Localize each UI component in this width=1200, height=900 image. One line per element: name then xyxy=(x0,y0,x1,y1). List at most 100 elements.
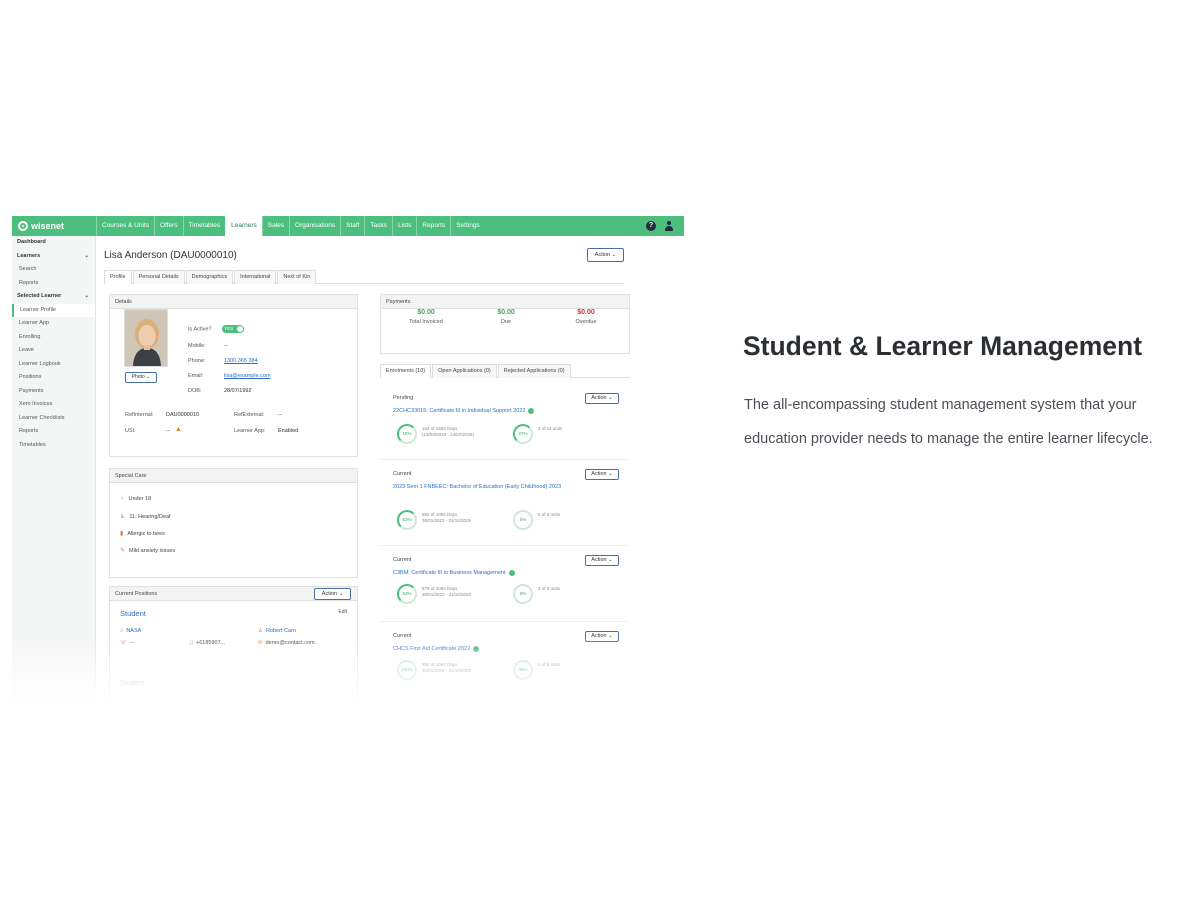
tab-rejected-applications[interactable]: Rejected Applications (0) xyxy=(497,364,571,378)
enrolment-title[interactable]: 22CHC33015: Certificate III in Individua… xyxy=(393,407,583,416)
enrolment-days: 579 of 1094 Days 30/01/2021 - 31/10/2023 xyxy=(422,586,472,597)
details-header: Details xyxy=(110,295,357,309)
enrolment-status: Pending xyxy=(393,395,414,401)
sidebar-item-reports-2[interactable]: Reports xyxy=(12,425,95,439)
position-edit-link[interactable]: Edit xyxy=(338,609,347,615)
sidebar-item-timetables[interactable]: Timetables xyxy=(12,439,95,453)
enrolment-status: Current xyxy=(393,557,412,563)
tab-profile[interactable]: Profile xyxy=(104,270,132,284)
person-icon: ♙ xyxy=(258,628,263,634)
nav-items: Courses & Units Offers Timetables Learne… xyxy=(96,216,485,236)
email-link[interactable]: lisa@example.com xyxy=(224,373,271,379)
mobile-icon: ▯ xyxy=(190,640,194,646)
sidebar-item-payments[interactable]: Payments xyxy=(12,385,95,399)
tab-next-of-kin[interactable]: Next of Kin xyxy=(277,270,317,284)
enrolment-tabs: Enrolments (10) Open Applications (0) Re… xyxy=(380,364,630,378)
enrolment-title[interactable]: 2023 Sem 1 FNBEEC: Bachelor of Education… xyxy=(393,483,583,492)
sidebar: Dashboard Learners ⌄ Search Reports Selec… xyxy=(12,236,96,704)
marketing-headline: Student & Learner Management xyxy=(743,331,1143,361)
sidebar-item-learner-checklists[interactable]: Learner Checklists xyxy=(12,412,95,426)
mobile-field: Mobile: -- xyxy=(188,343,228,349)
tab-enrolments[interactable]: Enrolments (10) xyxy=(380,364,432,378)
email-field: Email: lisa@example.com xyxy=(188,373,271,379)
refexternal-field: RefExternal: -- xyxy=(234,412,282,418)
page-title: Lisa Anderson (DAU0000010) xyxy=(104,250,237,261)
nav-item-sales[interactable]: Sales xyxy=(261,216,289,236)
help-icon[interactable]: ? xyxy=(646,221,656,231)
position-title-2[interactable]: Student xyxy=(120,680,144,687)
nav-icons: ? xyxy=(646,221,684,231)
nav-item-staff[interactable]: Staff xyxy=(340,216,364,236)
brand-logo[interactable]: wisenet xyxy=(12,216,96,236)
learner-action-button[interactable]: Action ⌄ xyxy=(587,248,624,262)
phone-icon: ☏ xyxy=(120,640,127,646)
enrolment-action-button[interactable]: Action ⌄ xyxy=(585,631,619,642)
enrolment-units: 3 of 11 units xyxy=(538,426,563,431)
special-care-item: ♀ Under 18 xyxy=(120,496,152,502)
enrolment-action-button[interactable]: Action ⌄ xyxy=(585,393,619,404)
tab-open-applications[interactable]: Open Applications (0) xyxy=(432,364,497,378)
sidebar-item-leave[interactable]: Leave xyxy=(12,344,95,358)
sidebar-item-reports[interactable]: Reports xyxy=(12,277,95,291)
brand-name: wisenet xyxy=(31,221,65,231)
sidebar-item-dashboard[interactable]: Dashboard xyxy=(12,236,95,250)
refinternal-field: RefInternal: DAU0000010 xyxy=(125,412,200,418)
tab-personal-details[interactable]: Personal Details xyxy=(132,270,185,284)
enrolment-units: 4 of 8 units xyxy=(538,662,561,667)
sidebar-item-selected-learner[interactable]: Selected Learner ⌄ xyxy=(12,290,95,304)
learner-app-field: Learner App: Enabled xyxy=(234,428,299,434)
nav-item-reports[interactable]: Reports xyxy=(416,216,450,236)
positions-action-button[interactable]: Action ⌄ xyxy=(314,588,351,600)
payments-header: Payments xyxy=(381,295,629,309)
units-progress-ring: 36% xyxy=(513,660,533,680)
special-care-item: ♿ 11: Hearing/Deaf xyxy=(120,514,171,520)
usi-field: USI: -- ▲ xyxy=(125,426,182,434)
position-contact[interactable]: ♙ Robert Carn xyxy=(258,628,296,634)
duration-progress-ring: 53% xyxy=(397,510,417,530)
due-amount: $0.00 Due xyxy=(497,309,515,325)
position-title[interactable]: Student xyxy=(120,609,146,618)
nav-item-organisations[interactable]: Organisations xyxy=(289,216,340,236)
user-icon[interactable] xyxy=(664,221,674,231)
learner-photo xyxy=(124,309,168,367)
sidebar-item-search[interactable]: Search xyxy=(12,263,95,277)
payments-panel: Payments $0.00 Total Invoiced $0.00 Due … xyxy=(380,294,630,354)
photo-dropdown-button[interactable]: Photo ⌄ xyxy=(125,372,157,383)
enrolment-status: Current xyxy=(393,471,412,477)
sidebar-item-learner-logbook[interactable]: Learner Logbook xyxy=(12,358,95,372)
sidebar-item-learners[interactable]: Learners ⌄ xyxy=(12,250,95,264)
marketing-description: The all-encompassing student management … xyxy=(744,397,1153,447)
nav-item-lists[interactable]: Lists xyxy=(392,216,416,236)
nav-item-courses-units[interactable]: Courses & Units xyxy=(96,216,154,236)
enrolment-title[interactable]: CHCS First Aid Certificate 2022 xyxy=(393,645,583,654)
duration-progress-ring: 100% xyxy=(397,660,417,680)
sidebar-item-xero-invoices[interactable]: Xero Invoices xyxy=(12,398,95,412)
nav-item-timetables[interactable]: Timetables xyxy=(182,216,226,236)
phone-link[interactable]: 1300 365 384 xyxy=(224,358,258,364)
enrolment-card: Pending Action ⌄ 22CHC33015: Certificate… xyxy=(380,388,630,460)
nav-item-tasks[interactable]: Tasks xyxy=(364,216,392,236)
info-icon xyxy=(528,407,535,414)
sidebar-item-learner-app[interactable]: Learner App xyxy=(12,317,95,331)
is-active-toggle[interactable]: YES xyxy=(222,325,245,333)
enrolment-title[interactable]: C3BM: Certificate III in Business Manage… xyxy=(393,569,583,578)
enrolment-action-button[interactable]: Action ⌄ xyxy=(585,469,619,480)
position-email: ✉ demo@contact.com. xyxy=(258,640,317,646)
nav-item-offers[interactable]: Offers xyxy=(153,216,183,236)
duration-progress-ring: 15% xyxy=(397,424,417,444)
nav-item-settings[interactable]: Settings xyxy=(450,216,485,236)
enrolment-days: 154 of 1583 Days (15/03/2023 - 14/07/2026… xyxy=(422,426,475,437)
sidebar-item-enrolling[interactable]: Enrolling xyxy=(12,331,95,345)
sidebar-item-learner-profile[interactable]: Learner Profile xyxy=(12,303,95,317)
tab-international[interactable]: International xyxy=(234,270,277,284)
allergy-icon: ▮ xyxy=(120,531,124,537)
enrolment-action-button[interactable]: Action ⌄ xyxy=(585,555,619,566)
units-progress-ring: 0% xyxy=(513,584,533,604)
sidebar-item-positions[interactable]: Positions xyxy=(12,371,95,385)
tab-demographics[interactable]: Demographics xyxy=(185,270,234,284)
nav-item-learners[interactable]: Learners xyxy=(225,216,262,236)
building-icon: ⌂ xyxy=(120,628,124,634)
position-organisation[interactable]: ⌂ NASA xyxy=(120,628,141,634)
learner-tabs: Profile Personal Details Demographics In… xyxy=(104,270,624,284)
position-mobile: ▯ +6185907... xyxy=(190,640,226,646)
